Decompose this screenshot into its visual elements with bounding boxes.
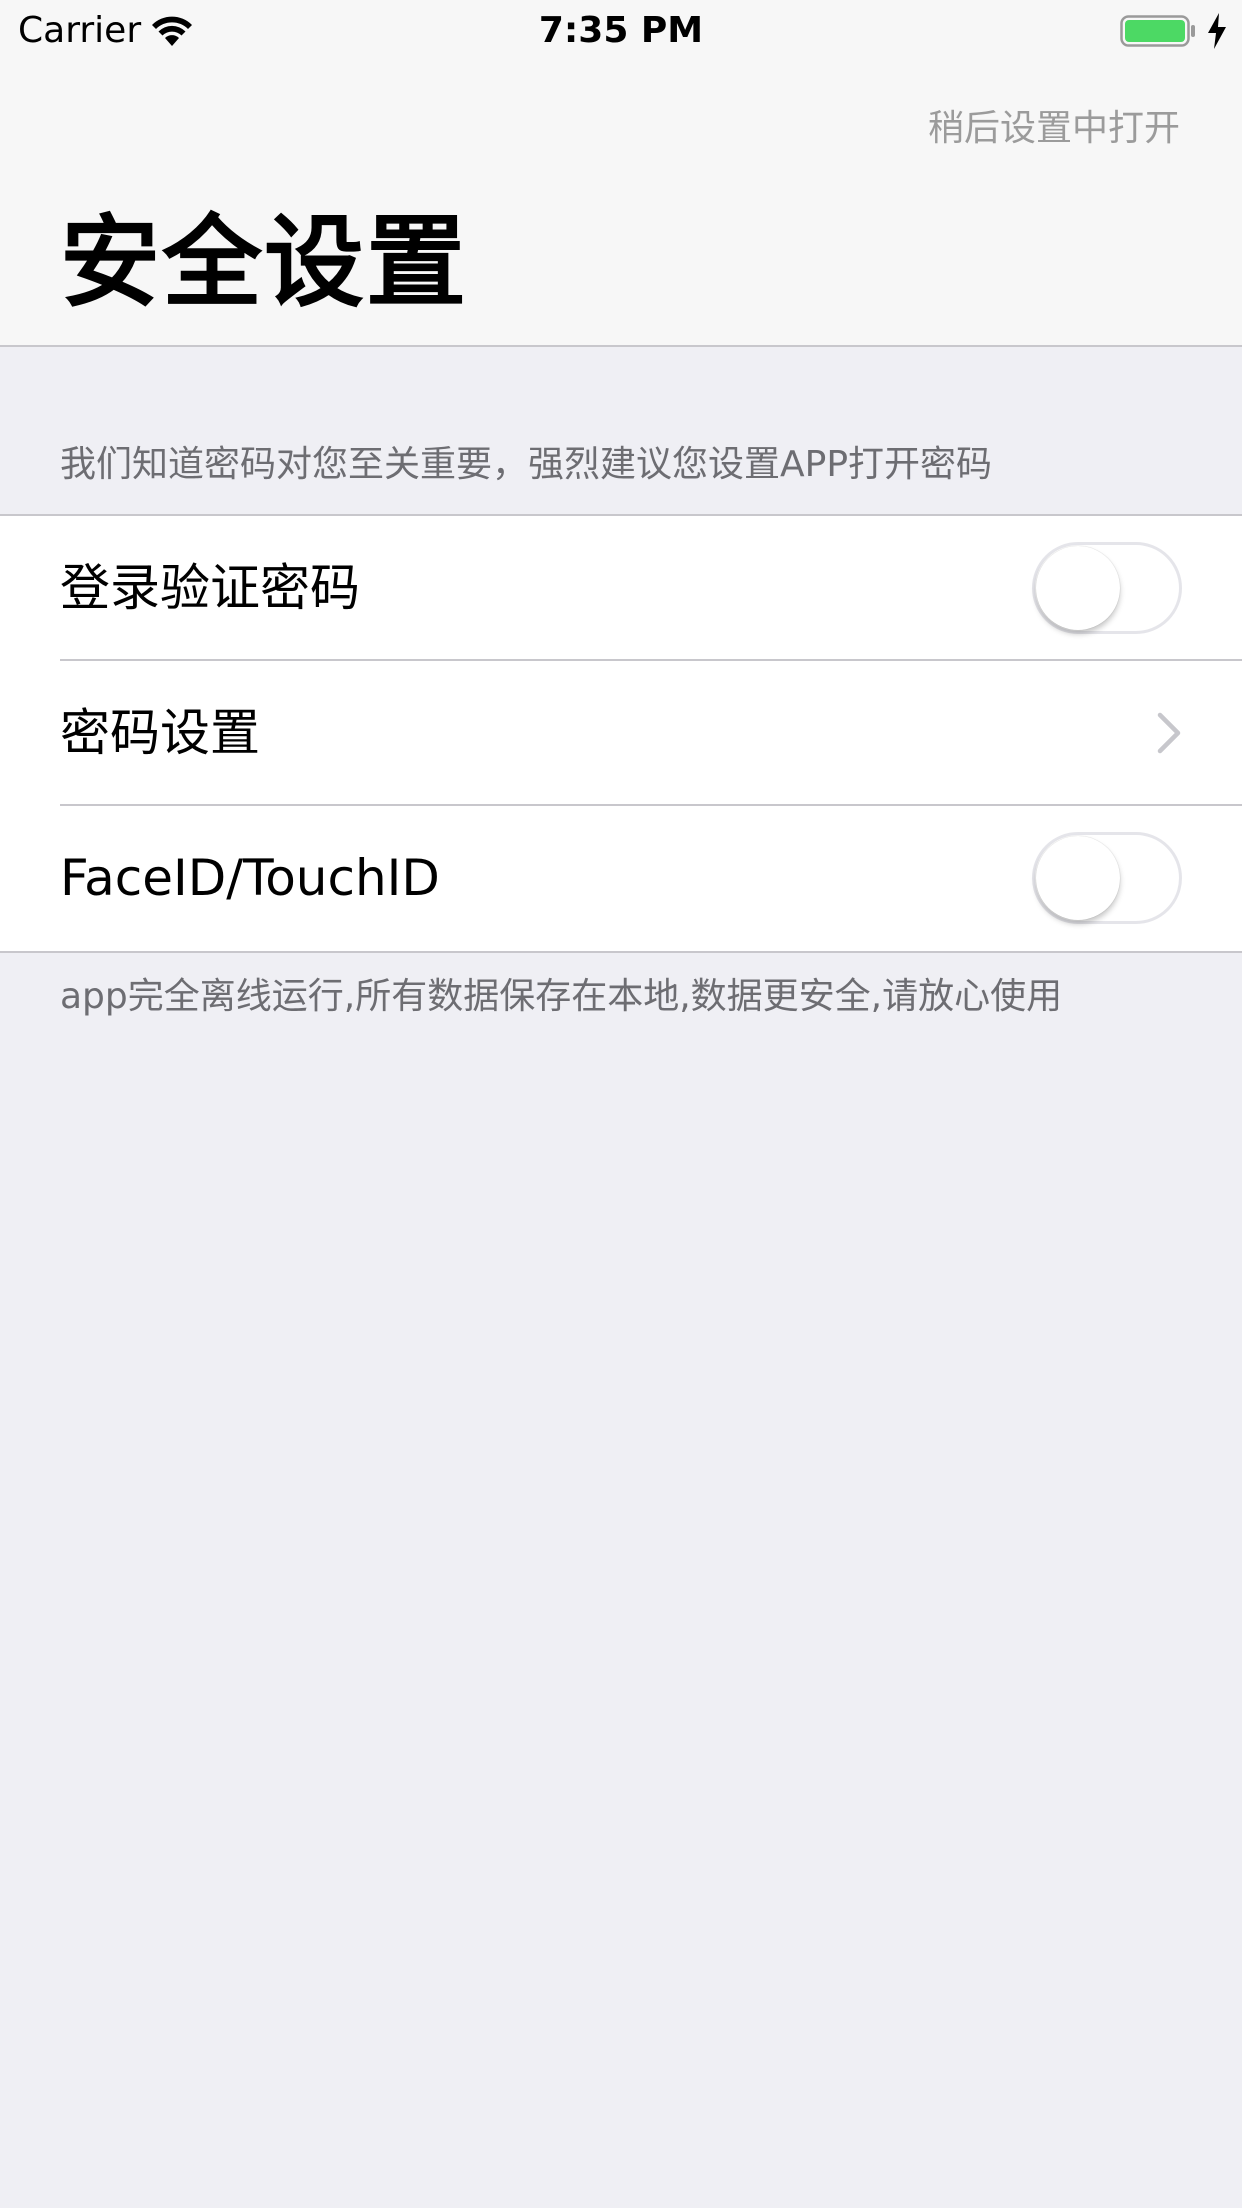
set-later-button[interactable]: 稍后设置中打开 [928, 104, 1180, 154]
toggle-knob [1036, 836, 1120, 920]
chevron-right-icon [1157, 712, 1181, 754]
section-header: 我们知道密码对您至关重要，强烈建议您设置APP打开密码 [60, 444, 993, 485]
password-settings-label: 密码设置 [60, 704, 260, 762]
biometric-row[interactable]: FaceID/TouchID [0, 806, 1242, 951]
biometric-label: FaceID/TouchID [60, 849, 440, 907]
password-settings-row[interactable]: 密码设置 [0, 661, 1242, 806]
charging-icon [1208, 13, 1226, 49]
toggle-knob [1036, 546, 1120, 630]
clock: 7:35 PM [538, 10, 704, 51]
page-title: 安全设置 [60, 204, 468, 321]
login-password-row[interactable]: 登录验证密码 [0, 516, 1242, 661]
navigation-bar: Carrier 7:35 PM 稍后设置中打开 安全设置 [0, 0, 1242, 347]
login-password-toggle[interactable] [1032, 542, 1182, 634]
status-bar: Carrier 7:35 PM [0, 0, 1242, 62]
biometric-toggle[interactable] [1032, 832, 1182, 924]
battery-icon [1120, 15, 1195, 47]
settings-group: 登录验证密码 密码设置 FaceID/TouchID [0, 514, 1242, 953]
login-password-label: 登录验证密码 [60, 559, 360, 617]
footer-note: app完全离线运行,所有数据保存在本地,数据更安全,请放心使用 [60, 976, 1063, 1017]
